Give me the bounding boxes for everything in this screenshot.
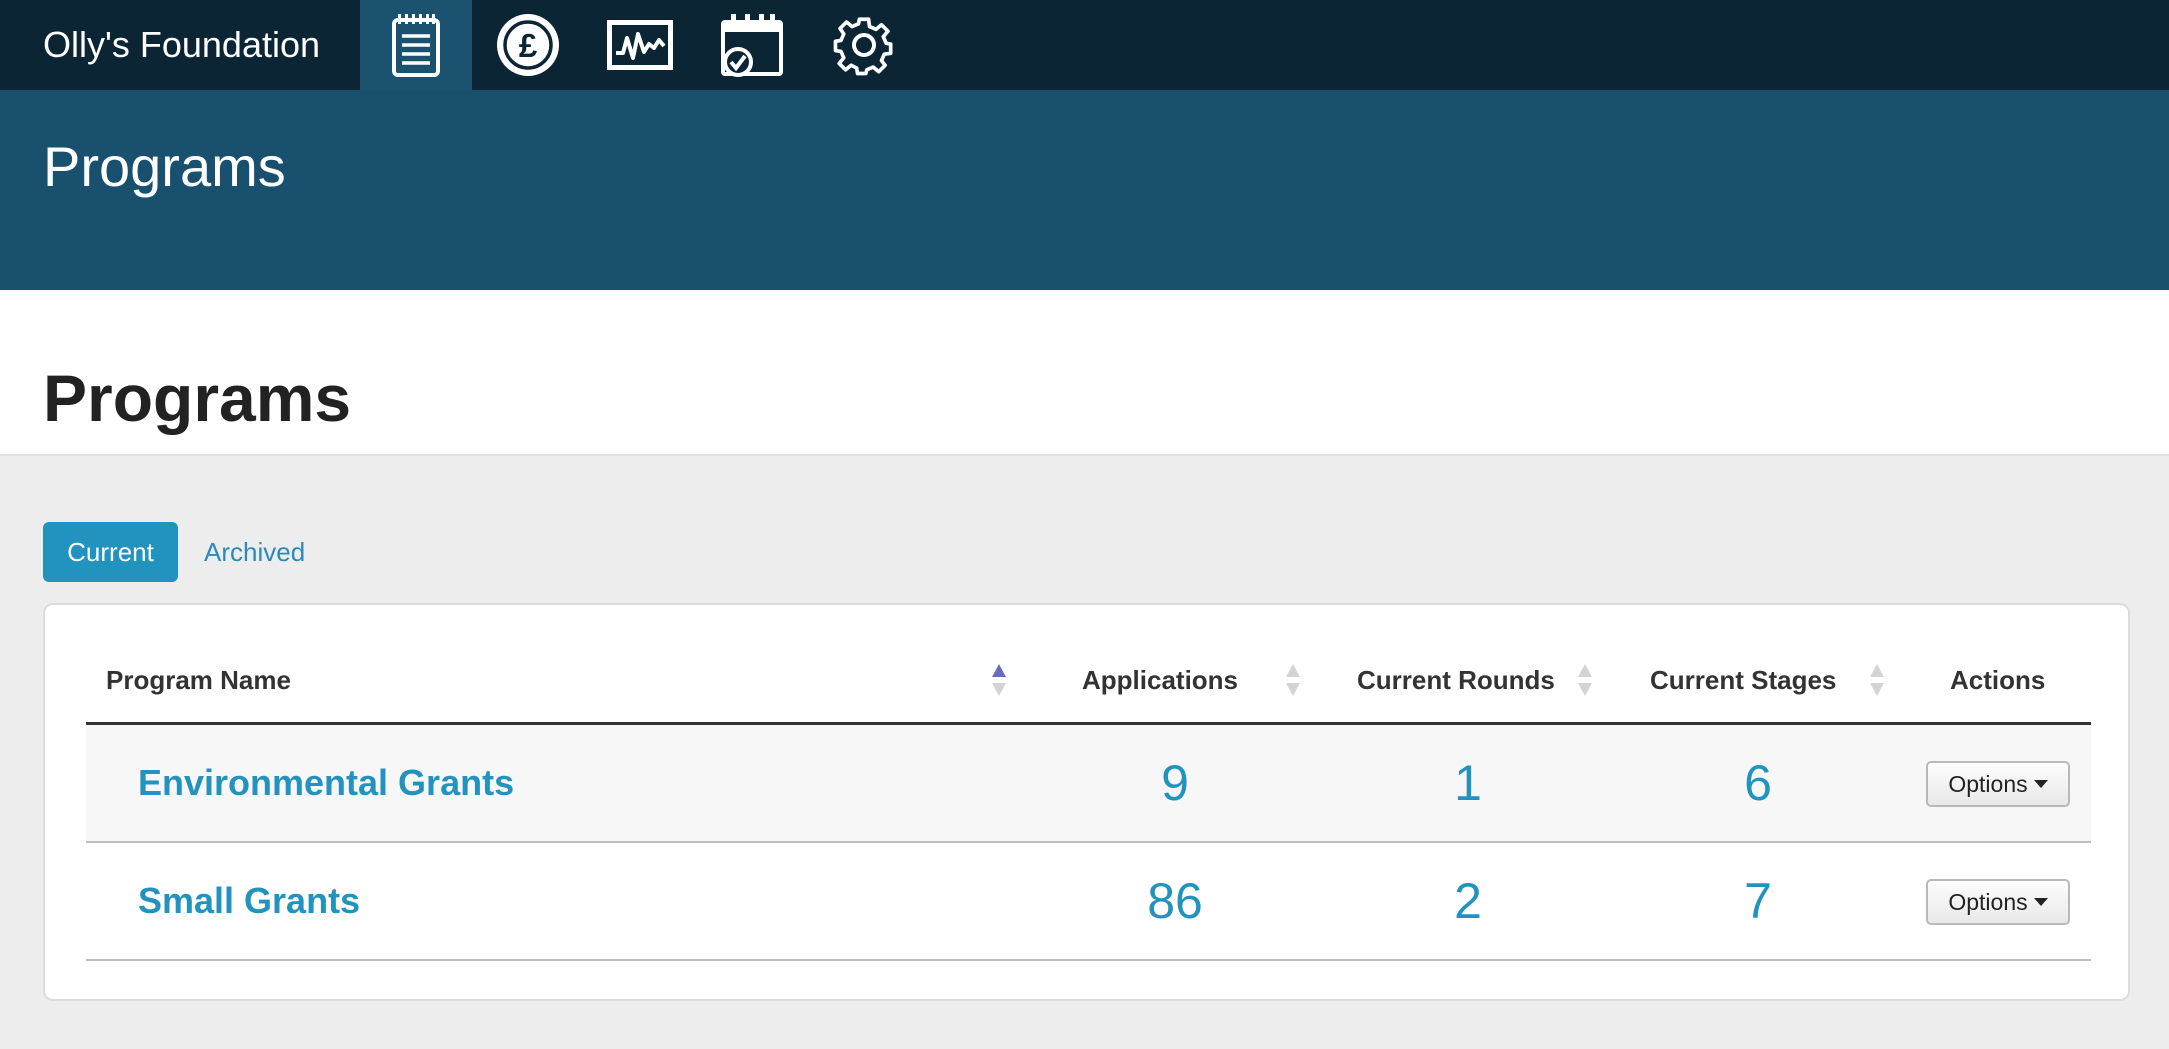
options-label: Options — [1948, 888, 2028, 915]
program-name-link[interactable]: Small Grants — [138, 843, 360, 959]
programs-card: Program Name Applications Current Rounds… — [43, 603, 2130, 1001]
header-applications[interactable]: Applications — [1082, 635, 1238, 725]
sort-program-name[interactable] — [991, 635, 1007, 725]
current-rounds-count[interactable]: 1 — [1368, 725, 1568, 841]
options-button[interactable]: Options — [1926, 879, 2070, 925]
program-name-link[interactable]: Environmental Grants — [138, 725, 514, 841]
applications-count[interactable]: 86 — [1075, 843, 1275, 959]
pound-coin-icon: £ — [497, 14, 559, 76]
nav-settings[interactable] — [808, 0, 920, 90]
tab-archived[interactable]: Archived — [178, 522, 331, 582]
sort-ascending-icon — [992, 664, 1006, 696]
nav-icon-group: £ — [360, 0, 920, 90]
gear-icon — [833, 17, 893, 76]
table-row: Small Grants 86 2 7 Options — [86, 843, 2091, 961]
caret-down-icon — [2033, 898, 2048, 906]
header-actions: Actions — [1950, 664, 2046, 695]
svg-text:£: £ — [519, 27, 538, 64]
sort-current-stages[interactable] — [1869, 635, 1885, 725]
nav-reports[interactable] — [584, 0, 696, 90]
current-stages-count[interactable]: 6 — [1658, 725, 1858, 841]
nav-programs[interactable] — [360, 0, 472, 90]
sort-applications[interactable] — [1285, 635, 1301, 725]
sort-icon — [1286, 664, 1300, 696]
header-current-rounds[interactable]: Current Rounds — [1357, 635, 1555, 725]
brand-name[interactable]: Olly's Foundation — [0, 24, 360, 66]
nav-finance[interactable]: £ — [472, 0, 584, 90]
options-button[interactable]: Options — [1926, 761, 2070, 807]
applications-count[interactable]: 9 — [1075, 725, 1275, 841]
caret-down-icon — [2033, 780, 2048, 788]
program-tabs: Current Archived — [43, 522, 331, 582]
sort-current-rounds[interactable] — [1577, 635, 1593, 725]
programs-table: Program Name Applications Current Rounds… — [86, 635, 2091, 961]
nav-calendar[interactable] — [696, 0, 808, 90]
calendar-check-icon — [721, 14, 783, 77]
header-program-name[interactable]: Program Name — [106, 635, 291, 725]
sort-icon — [1870, 664, 1884, 696]
header-current-stages[interactable]: Current Stages — [1650, 635, 1836, 725]
banner-title: Programs — [43, 135, 286, 198]
page-banner: Programs — [0, 90, 2169, 290]
options-label: Options — [1948, 770, 2028, 797]
current-rounds-count[interactable]: 2 — [1368, 843, 1568, 959]
sort-icon — [1578, 664, 1592, 696]
table-header: Program Name Applications Current Rounds… — [86, 635, 2091, 725]
page-title: Programs — [43, 361, 352, 435]
activity-chart-icon — [607, 20, 673, 70]
top-navbar: Olly's Foundation £ — [0, 0, 2169, 90]
tab-current[interactable]: Current — [43, 522, 178, 582]
page-heading-band: Programs — [0, 290, 2169, 456]
current-stages-count[interactable]: 7 — [1658, 843, 1858, 959]
table-row: Environmental Grants 9 1 6 Options — [86, 725, 2091, 843]
clipboard-icon — [392, 14, 440, 77]
